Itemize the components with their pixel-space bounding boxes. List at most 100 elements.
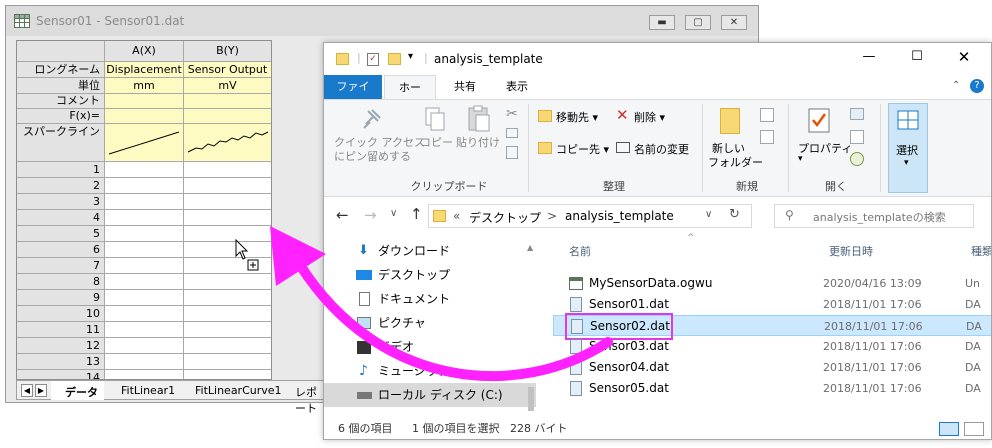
collapse-ribbon-icon[interactable]: ⌃ <box>952 80 960 91</box>
row-number[interactable]: 9 <box>17 290 105 306</box>
cell-longname-a[interactable]: Displacement <box>105 62 184 78</box>
corner-cell[interactable] <box>17 41 105 62</box>
row-number[interactable]: 8 <box>17 274 105 290</box>
edit-icon[interactable] <box>850 130 864 144</box>
properties-button[interactable]: プロパティ <box>798 140 852 156</box>
file-row[interactable]: Sensor03.dat 2018/11/01 17:06 DA <box>553 336 991 357</box>
row-number[interactable]: 2 <box>17 178 105 194</box>
data-cell-a[interactable] <box>105 338 184 354</box>
file-row[interactable]: Sensor01.dat 2018/11/01 17:06 DA <box>553 294 991 315</box>
row-number[interactable]: 14 <box>17 370 105 379</box>
data-cell-b[interactable] <box>184 274 271 290</box>
sparkline-a[interactable] <box>105 124 184 162</box>
row-number[interactable]: 1 <box>17 162 105 178</box>
worksheet-titlebar[interactable]: Sensor01 - Sensor01.dat ▬ ▢ ✕ <box>6 6 758 36</box>
tab-share[interactable]: 共有 <box>442 75 488 99</box>
file-row[interactable]: MySensorData.ogwu 2020/04/16 13:09 Un <box>553 273 991 294</box>
properties-dropdown-icon[interactable]: ▾ <box>798 154 803 164</box>
pin-quick-access-label-2[interactable]: にピン留めする <box>334 148 411 164</box>
minimize-button[interactable]: ▬ <box>649 15 675 30</box>
data-cell-a[interactable] <box>105 322 184 338</box>
delete-button[interactable]: 削除 ▾ <box>634 109 665 125</box>
data-cell-b[interactable] <box>184 290 271 306</box>
row-number[interactable]: 3 <box>17 194 105 210</box>
nav-item-local-disk[interactable]: ローカル ディスク (C:) <box>324 383 536 407</box>
new-folder-label-2[interactable]: フォルダー <box>708 154 763 170</box>
new-item-icon[interactable] <box>760 108 774 122</box>
column-header-a[interactable]: A(X) <box>105 41 184 62</box>
tab-file[interactable]: ファイル <box>324 75 382 117</box>
details-view-icon[interactable] <box>939 422 959 436</box>
nav-item-desktop[interactable]: デスクトップ <box>324 263 536 287</box>
nav-item-pictures[interactable]: ピクチャ <box>324 311 536 335</box>
explorer-minimize-button[interactable]: — <box>854 49 884 69</box>
move-to-button[interactable]: 移動先 ▾ <box>556 109 598 125</box>
data-cell-a[interactable] <box>105 306 184 322</box>
history-icon[interactable] <box>850 152 864 166</box>
data-cell-b[interactable] <box>184 306 271 322</box>
row-number[interactable]: 5 <box>17 226 105 242</box>
address-overflow[interactable]: « <box>453 209 460 223</box>
column-name[interactable]: 名前 <box>569 239 591 265</box>
row-number[interactable]: 10 <box>17 306 105 322</box>
open-icon[interactable] <box>850 108 864 120</box>
cell-unit-a[interactable]: mm <box>105 78 184 94</box>
nav-item-downloads[interactable]: ⬇ ダウンロード <box>324 239 536 263</box>
scroll-up-icon[interactable]: ▲ <box>527 243 533 252</box>
paste-button[interactable]: 貼り付け <box>456 134 500 150</box>
data-cell-a[interactable] <box>105 274 184 290</box>
quick-access-dropdown-icon[interactable]: ▾ <box>408 51 413 62</box>
copy-path-icon[interactable] <box>506 128 518 138</box>
data-cell-b[interactable] <box>184 194 271 210</box>
data-cell-b[interactable] <box>184 354 271 370</box>
breadcrumb-analysis-template[interactable]: analysis_template <box>565 209 674 223</box>
refresh-icon[interactable]: ↻ <box>729 207 740 222</box>
properties-quick-icon[interactable]: ✓ <box>367 53 379 66</box>
row-number[interactable]: 7 <box>17 258 105 274</box>
data-cell-a[interactable] <box>105 290 184 306</box>
address-dropdown-icon[interactable]: ∨ <box>705 209 712 220</box>
explorer-maximize-button[interactable]: ☐ <box>902 49 932 69</box>
row-number[interactable]: 13 <box>17 354 105 370</box>
breadcrumb-separator[interactable]: > <box>547 209 557 223</box>
sheet-tab-fitlinearcurve1[interactable]: FitLinearCurve1 <box>181 381 288 400</box>
cell-fx-a[interactable] <box>105 109 184 124</box>
copy-to-button[interactable]: コピー先 ▾ <box>556 141 609 157</box>
close-button[interactable]: ✕ <box>721 15 747 30</box>
cell-comment-a[interactable] <box>105 94 184 109</box>
nav-item-videos[interactable]: ビデオ <box>324 335 536 359</box>
navigation-pane[interactable]: ⬇ ダウンロード デスクトップ ドキュメント ピクチャ ビデオ ♪ ミュージック ロ… <box>324 239 536 415</box>
data-cell-a[interactable] <box>105 162 184 178</box>
back-arrow-icon[interactable]: ← <box>336 206 349 224</box>
data-cell-a[interactable] <box>105 226 184 242</box>
copy-button[interactable]: コピー <box>420 134 453 150</box>
maximize-button[interactable]: ▢ <box>685 15 711 30</box>
tab-next-button[interactable]: ▶ <box>35 384 47 397</box>
easy-access-icon[interactable] <box>760 130 774 144</box>
data-cell-b[interactable] <box>184 370 271 379</box>
tab-prev-button[interactable]: ◀ <box>21 384 33 397</box>
data-cell-a[interactable] <box>105 242 184 258</box>
recent-locations-icon[interactable]: ∨ <box>390 208 397 219</box>
sheet-tab-report[interactable]: レポート <box>281 381 329 415</box>
cell-longname-b[interactable]: Sensor Output <box>184 62 271 78</box>
explorer-close-button[interactable]: ✕ <box>949 48 979 68</box>
data-cell-a[interactable] <box>105 354 184 370</box>
row-number[interactable]: 4 <box>17 210 105 226</box>
large-icons-view-icon[interactable] <box>964 422 984 436</box>
file-row[interactable]: Sensor02.dat 2018/11/01 17:06 DA <box>553 313 991 340</box>
cut-icon[interactable]: ✂ <box>506 106 518 122</box>
search-input[interactable]: ⚲ analysis_templateの検索 <box>774 204 974 228</box>
nav-item-music[interactable]: ♪ ミュージック <box>324 359 536 383</box>
up-arrow-icon[interactable]: ↑ <box>410 205 423 223</box>
tab-home[interactable]: ホーム <box>384 75 436 118</box>
explorer-titlebar[interactable]: | ✓ ▾ | analysis_template — ☐ ✕ <box>324 43 991 75</box>
data-cell-b[interactable] <box>184 178 271 194</box>
file-row[interactable]: Sensor04.dat 2018/11/01 17:06 DA <box>553 357 991 378</box>
data-cell-a[interactable] <box>105 370 184 379</box>
sheet-tab-fitlinear1[interactable]: FitLinear1 <box>107 381 181 400</box>
nav-item-documents[interactable]: ドキュメント <box>324 287 536 311</box>
help-icon[interactable]: ? <box>970 79 984 93</box>
address-input[interactable]: « デスクトップ > analysis_template ∨ ↻ <box>428 204 752 228</box>
nav-scrollbar-thumb[interactable] <box>528 387 534 411</box>
